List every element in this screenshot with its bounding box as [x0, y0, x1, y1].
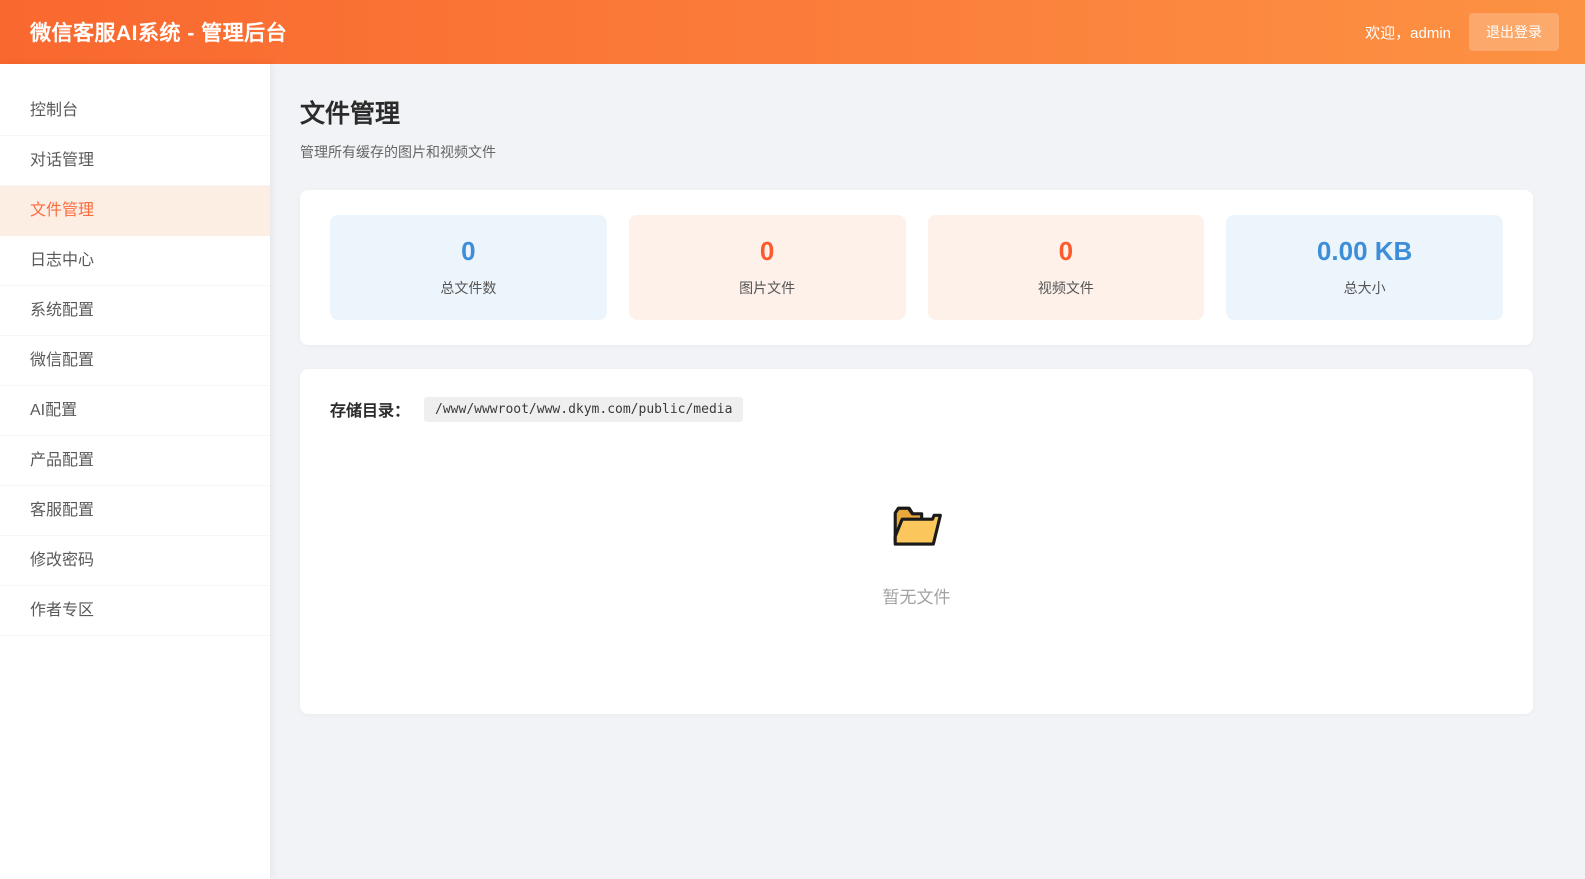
storage-directory-label: 存储目录： — [330, 403, 411, 421]
sidebar-nav: 控制台 对话管理 文件管理 日志中心 系统配置 微信配置 AI配置 产品配置 客服配置 修改密码作… — [0, 64, 270, 879]
storage-directory-path: /www/wwwroot/www.dkym.com/public/media — [424, 396, 744, 422]
page-title: 文件管理 — [300, 100, 401, 128]
app-title: 微信客服AI系统 - 管理后台 — [30, 22, 288, 45]
header-right-group: 欢迎，admin 退出登录 — [1365, 13, 1559, 51]
page-subtitle: 管理所有缓存的图片和视频文件 — [300, 144, 496, 160]
stat-label: 视频文件 — [1037, 279, 1094, 296]
stat-value: 0 — [1058, 236, 1074, 266]
app-body: 控制台 对话管理 文件管理 日志中心 系统配置 微信配置 AI配置 产品配置 客服配置 修改密码作… — [0, 64, 1585, 879]
stats-card: 0 总文件数 0 图片文件 0 视频文件 0.00 KB 总大小 — [300, 190, 1533, 345]
empty-file-state: 暂无文件 — [330, 422, 1503, 698]
sidebar-item-product-config[interactable]: 产品配置 — [0, 436, 270, 486]
welcome-user-text: 欢迎，admin — [1365, 24, 1451, 42]
sidebar-item-files[interactable]: 文件管理 — [0, 186, 270, 236]
stat-box-2: 0 视频文件 — [927, 215, 1205, 320]
sidebar-item-system-config[interactable]: 系统配置 — [0, 286, 270, 336]
sidebar-item-change-password[interactable]: 修改密码 — [0, 536, 270, 586]
stats-grid: 0 总文件数 0 图片文件 0 视频文件 0.00 KB 总大小 — [330, 215, 1503, 320]
sidebar-item-console[interactable]: 控制台 — [0, 86, 270, 136]
sidebar-item-service-config[interactable]: 客服配置 — [0, 486, 270, 536]
main-content: 文件管理 管理所有缓存的图片和视频文件 0 总文件数 0 图片文件 0 视频文件 0.00 … — [270, 64, 1585, 879]
sidebar-item-conversations[interactable]: 对话管理 — [0, 136, 270, 186]
sidebar-item-author-zone[interactable]: 作者专区 — [0, 586, 270, 636]
stat-box-3: 0.00 KB 总大小 — [1226, 215, 1503, 320]
stat-box-0: 0 总文件数 — [330, 215, 607, 320]
app-header: 微信客服AI系统 - 管理后台 欢迎，admin 退出登录 — [0, 0, 1585, 64]
stat-value: 0.00 KB — [1316, 236, 1413, 266]
storage-directory-row: 存储目录： /www/wwwroot/www.dkym.com/public/m… — [330, 396, 1503, 422]
stat-box-1: 0 图片文件 — [628, 215, 906, 320]
sidebar-item-logs[interactable]: 日志中心 — [0, 236, 270, 286]
stat-value: 0 — [461, 236, 476, 266]
stat-label: 图片文件 — [739, 279, 796, 296]
empty-file-text: 暂无文件 — [882, 587, 951, 607]
stat-value: 0 — [759, 236, 775, 266]
stat-label: 总文件数 — [440, 279, 497, 296]
sidebar-item-ai-config[interactable]: AI配置 — [0, 386, 270, 436]
logout-button[interactable]: 退出登录 — [1469, 13, 1559, 51]
stat-label: 总大小 — [1343, 279, 1386, 296]
open-folder-icon — [889, 502, 945, 552]
sidebar-item-wechat-config[interactable]: 微信配置 — [0, 336, 270, 386]
file-list-card: 存储目录： /www/wwwroot/www.dkym.com/public/m… — [300, 368, 1533, 714]
